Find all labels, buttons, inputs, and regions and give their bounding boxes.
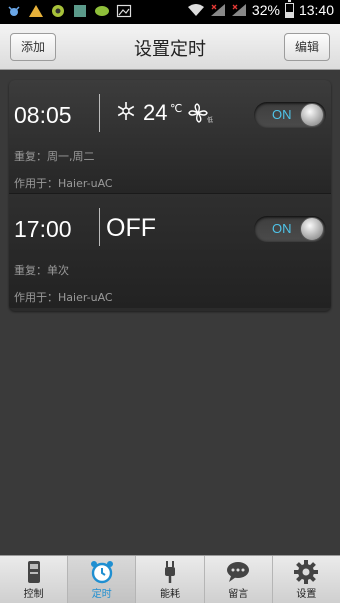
- timer-time: 08:05: [14, 102, 72, 128]
- timer-device: 作用于：Haier-uAC: [14, 291, 113, 304]
- tab-settings[interactable]: 设置: [273, 556, 340, 603]
- tab-label: 留言: [228, 589, 249, 600]
- notification-icons: [6, 3, 132, 19]
- header: 添加 设置定时 编辑: [0, 24, 340, 70]
- status-right: 32% 13:40: [187, 0, 334, 18]
- image-icon: [74, 5, 86, 17]
- alarm-clock-icon: [90, 561, 113, 584]
- app-icon: [52, 5, 64, 17]
- battery-fill: [285, 12, 293, 17]
- gear-icon: [294, 560, 319, 584]
- signal-icon-2: [231, 4, 246, 16]
- app-icon-2: [95, 6, 109, 16]
- timer-repeat: 重复：单次: [14, 264, 69, 277]
- toggle-label: ON: [272, 107, 292, 122]
- timer-list: 08:05 24 ℃ 低 ON 重复：周一,周二 作用于：Haier-uAC 1…: [9, 80, 331, 311]
- chat-icon: [227, 562, 250, 582]
- toggle-knob[interactable]: [300, 103, 324, 127]
- temperature-unit: ℃: [170, 102, 183, 115]
- timer-item[interactable]: 08:05 24 ℃ 低 ON 重复：周一,周二 作用于：Haier-uAC: [9, 80, 331, 194]
- timer-state: OFF: [106, 214, 156, 242]
- tab-label: 能耗: [160, 589, 180, 600]
- gallery-icon: [116, 4, 132, 18]
- plug-icon: [165, 561, 175, 583]
- timer-repeat: 重复：周一,周二: [14, 150, 95, 163]
- timer-item[interactable]: 17:00 OFF ON 重复：单次 作用于：Haier-uAC: [9, 194, 331, 308]
- signal-icon: [210, 4, 225, 16]
- tab-label: 设置: [296, 589, 317, 600]
- tab-label: 定时: [91, 589, 112, 600]
- fan-speed-label: 低: [207, 117, 214, 124]
- tab-timer[interactable]: 定时: [68, 556, 137, 603]
- timer-toggle[interactable]: ON: [254, 102, 326, 128]
- timer-toggle[interactable]: ON: [254, 216, 326, 242]
- bug-icon: [8, 6, 20, 16]
- toggle-label: ON: [272, 221, 292, 236]
- timer-time: 17:00: [14, 216, 72, 242]
- remote-icon: [27, 561, 40, 583]
- battery-icon: [284, 0, 294, 18]
- divider: [99, 208, 100, 246]
- clock: 13:40: [298, 2, 334, 18]
- status-bar: 32% 13:40: [0, 0, 340, 24]
- wifi-icon: [187, 4, 204, 16]
- tab-control[interactable]: 控制: [0, 556, 69, 603]
- tab-energy[interactable]: 能耗: [136, 556, 205, 603]
- warning-icon: [29, 5, 43, 17]
- timer-device: 作用于：Haier-uAC: [14, 177, 113, 190]
- edit-button[interactable]: 编辑: [283, 33, 330, 61]
- snowflake-icon: [117, 102, 135, 120]
- tab-bar: 控制 定时 能耗 留言 设置: [0, 555, 340, 603]
- divider: [99, 94, 100, 132]
- battery-percent: 32%: [251, 2, 280, 18]
- temperature: 24: [143, 100, 168, 125]
- tab-message[interactable]: 留言: [205, 556, 273, 603]
- toggle-knob[interactable]: [300, 217, 324, 241]
- tab-label: 控制: [23, 589, 44, 600]
- fan-icon: [188, 103, 208, 123]
